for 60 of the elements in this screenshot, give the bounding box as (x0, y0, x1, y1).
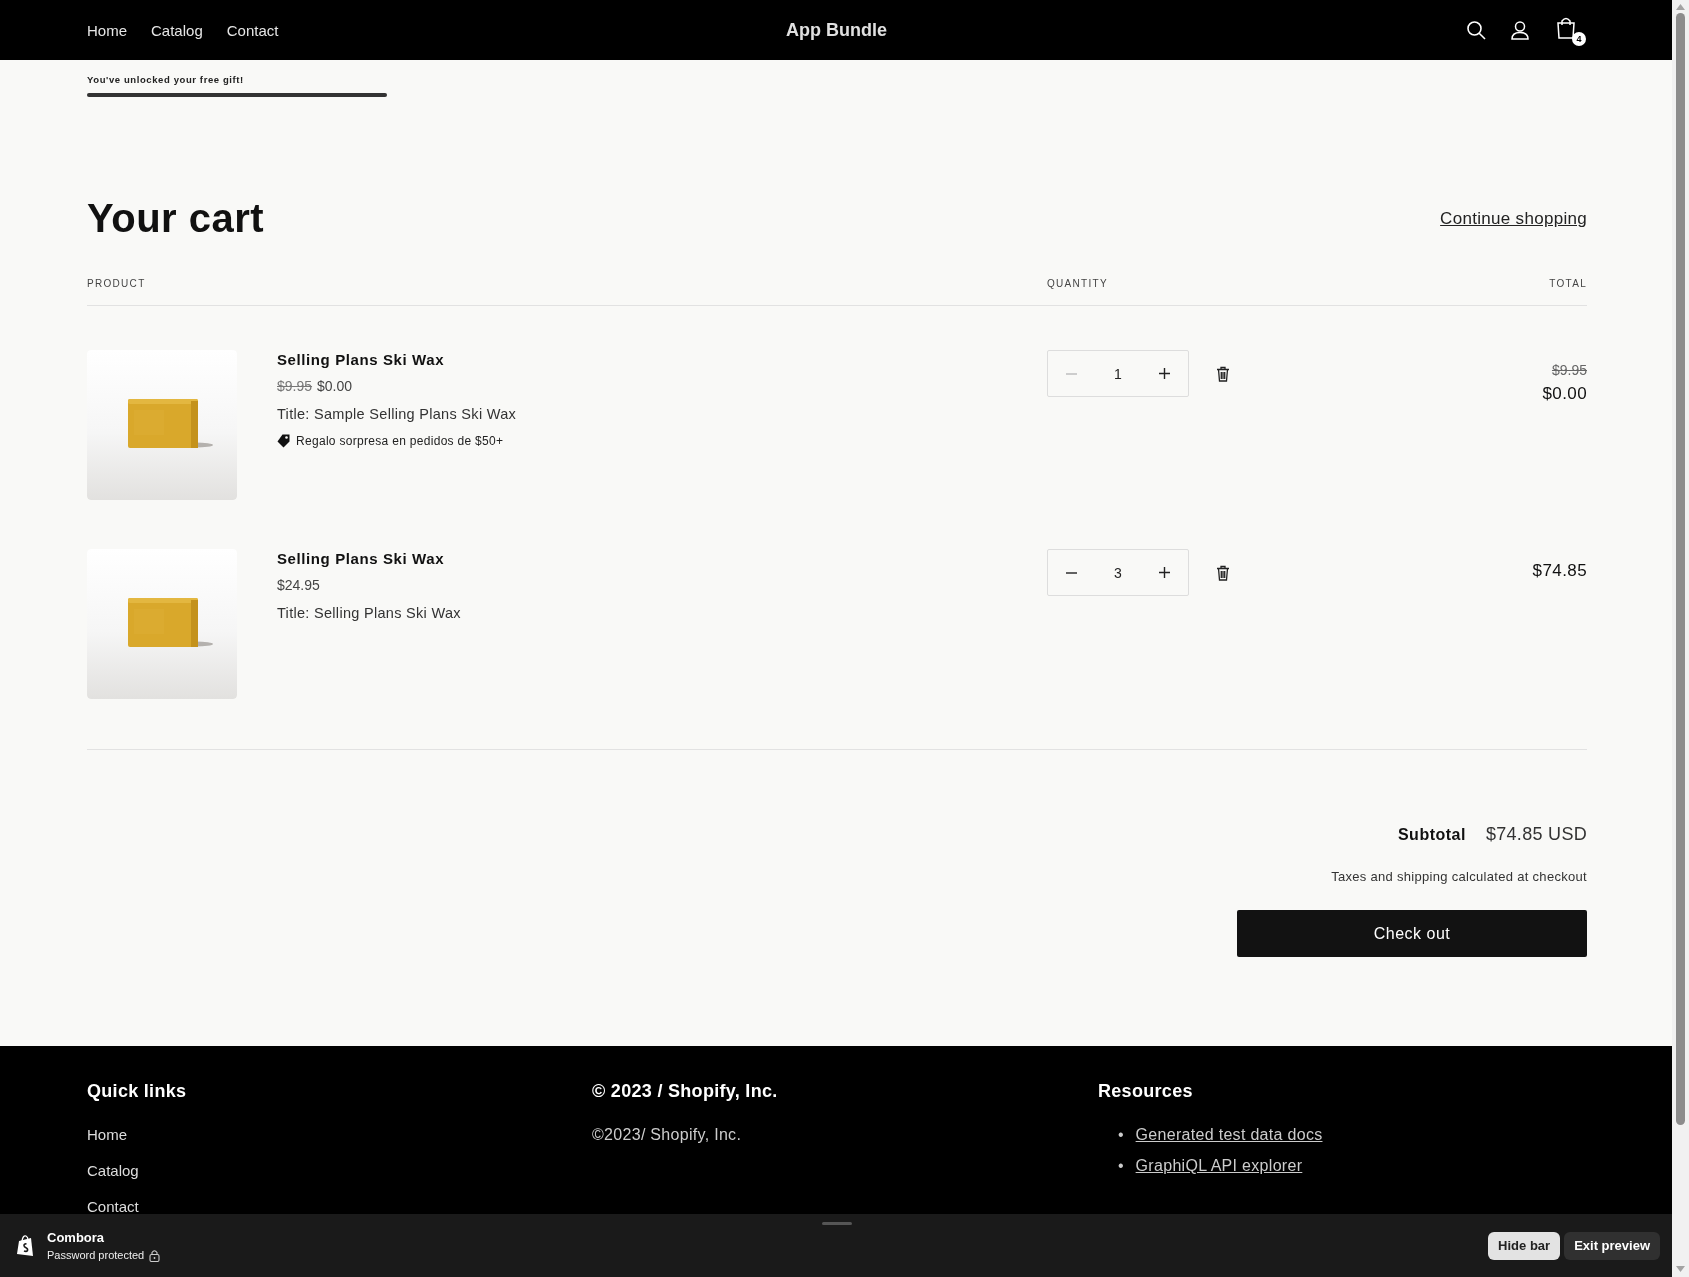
resource-link[interactable]: GraphiQL API explorer (1135, 1157, 1303, 1175)
remove-button[interactable] (1216, 366, 1230, 382)
footer-heading: Quick links (87, 1081, 188, 1102)
nav-link[interactable]: Home (87, 21, 127, 39)
store-name: Combora (47, 1229, 106, 1245)
variant-option: Title: Selling Plans Ski Wax (277, 605, 461, 621)
line-total: $0.00 (1542, 384, 1587, 404)
footer-heading: © 2023 / Shopify, Inc. (592, 1081, 779, 1102)
nav-link[interactable]: Catalog (151, 21, 203, 39)
footer-link[interactable]: Catalog (87, 1162, 139, 1179)
cart-button[interactable]: 4 (1554, 14, 1586, 46)
trash-icon (1216, 565, 1230, 581)
column-header: TOTAL (1549, 278, 1587, 289)
subtotal-label: Subtotal (1397, 826, 1466, 844)
footer-heading: Resources (1098, 1081, 1194, 1102)
nav-link[interactable]: Contact (226, 21, 279, 39)
product-name[interactable]: Selling Plans Ski Wax (277, 550, 461, 567)
shopping-bag-icon (16, 1234, 34, 1257)
line-total: $74.85 (1532, 561, 1587, 581)
account-icon[interactable] (1510, 20, 1530, 40)
password-status: Password protected (47, 1249, 145, 1261)
gift-message: You've unlocked your free gift! (87, 74, 244, 85)
product-price: $24.95 (277, 577, 320, 593)
remove-button[interactable] (1216, 565, 1230, 581)
footer-link[interactable]: Home (87, 1126, 127, 1143)
compare-price: $9.95 (277, 378, 313, 394)
trash-icon (1216, 366, 1230, 382)
quantity-field[interactable]: 1 (1047, 350, 1189, 397)
discount-label: Regalo sorpresa en pedidos de $50+ (296, 434, 504, 448)
subtotal-amount: $74.85 USD (1485, 824, 1587, 845)
footer-link[interactable]: Contact (87, 1198, 139, 1215)
continue-shopping-link[interactable]: Continue shopping (1440, 208, 1587, 229)
tag-icon (277, 434, 290, 448)
scroll-up-icon (1676, 4, 1685, 10)
quantity-field[interactable]: 3 (1047, 549, 1189, 596)
shopping-bag-icon (1555, 16, 1577, 40)
lock-icon (149, 1248, 161, 1262)
preview-bar-button[interactable]: Hide bar (1488, 1231, 1561, 1260)
product-price: $0.00 (317, 378, 353, 394)
tax-note: Taxes and shipping calculated at checkout (1331, 869, 1587, 884)
plus-icon (1159, 368, 1170, 379)
scrollbar-thumb[interactable] (1676, 13, 1685, 1125)
compare-total: $9.95 (1551, 362, 1587, 378)
product-name[interactable]: Selling Plans Ski Wax (277, 351, 517, 368)
column-header: QUANTITY (1047, 278, 1108, 289)
drag-handle[interactable] (822, 1222, 852, 1225)
page-title: Your cart (87, 196, 265, 241)
search-icon[interactable] (1466, 20, 1486, 40)
resource-link[interactable]: Generated test data docs (1135, 1126, 1323, 1144)
checkout-button[interactable]: Check out (1237, 910, 1587, 957)
plus-icon (1159, 567, 1170, 578)
cart-count-badge: 4 (1572, 32, 1586, 46)
preview-bar-button[interactable]: Exit preview (1564, 1231, 1660, 1260)
bullet: • (1118, 1126, 1124, 1144)
scroll-down-icon (1676, 1266, 1685, 1272)
variant-option: Title: Sample Selling Plans Ski Wax (277, 406, 517, 422)
store-title: App Bundle (786, 19, 887, 41)
column-header: PRODUCT (87, 278, 146, 289)
bullet: • (1118, 1157, 1124, 1175)
copyright-text: ©2023/ Shopify, Inc. (592, 1126, 743, 1144)
